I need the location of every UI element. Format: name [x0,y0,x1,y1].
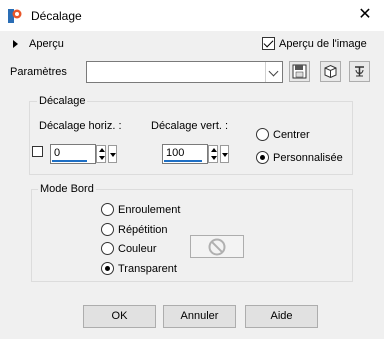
arrow-down-icon [222,153,228,157]
save-preset-button[interactable] [289,61,310,82]
arrow-up-icon[interactable] [99,148,105,152]
wrap-radio[interactable] [101,203,114,216]
repeat-label[interactable]: Répétition [118,224,168,236]
custom-radio[interactable] [256,151,269,164]
reset-preset-button[interactable] [349,61,370,82]
delete-preset-button[interactable] [320,61,341,82]
title-bar: Décalage ✕ [0,0,384,31]
v-offset-slider[interactable] [164,160,202,162]
params-dropdown-button[interactable] [265,62,282,82]
arrow-up-icon[interactable] [211,148,217,152]
arrow-down-icon[interactable] [99,156,105,160]
cancel-button[interactable]: Annuler [163,305,236,328]
edge-mode-label: Mode Bord [38,183,96,195]
preview-image-label[interactable]: Aperçu de l'image [279,38,367,50]
v-offset-stepper[interactable] [208,145,218,163]
link-checkbox[interactable] [32,146,43,157]
color-swatch-button[interactable] [190,235,244,258]
arrow-down-icon [110,153,116,157]
h-offset-menu-button[interactable] [108,145,117,163]
wrap-label[interactable]: Enroulement [118,204,180,216]
center-radio[interactable] [256,128,269,141]
v-offset-value: 100 [166,147,185,159]
h-offset-stepper[interactable] [96,145,106,163]
params-select[interactable] [86,61,283,83]
expand-arrow-icon[interactable] [13,40,18,48]
v-offset-spinner[interactable]: 100 [162,144,232,164]
chevron-down-icon [268,66,279,77]
h-offset-input[interactable]: 0 [50,144,96,164]
v-offset-input[interactable]: 100 [162,144,208,164]
repeat-radio[interactable] [101,223,114,236]
custom-label[interactable]: Personnalisée [273,152,343,164]
h-offset-label: Décalage horiz. : [39,120,122,132]
h-offset-spinner[interactable]: 0 [50,144,120,164]
offset-group-label: Décalage [37,95,88,107]
center-label[interactable]: Centrer [273,129,310,141]
preview-toggle-label[interactable]: Aperçu [29,38,64,50]
arrow-down-icon[interactable] [211,156,217,160]
reset-icon [355,66,364,77]
close-icon[interactable]: ✕ [356,6,374,24]
ok-button[interactable]: OK [83,305,156,328]
transparent-label[interactable]: Transparent [118,263,177,275]
preview-row: Aperçu Aperçu de l'image [0,36,384,54]
delete-icon [324,64,337,79]
preview-image-checkbox[interactable] [262,37,275,50]
transparent-radio[interactable] [101,262,114,275]
color-radio[interactable] [101,242,114,255]
help-button[interactable]: Aide [245,305,318,328]
no-color-icon [208,238,226,256]
paintshop-icon [8,9,22,23]
window-title: Décalage [31,9,82,23]
params-label: Paramètres [10,66,67,78]
save-icon [292,64,307,79]
h-offset-slider[interactable] [52,160,87,162]
v-offset-label: Décalage vert. : [151,120,229,132]
v-offset-menu-button[interactable] [220,145,229,163]
color-label[interactable]: Couleur [118,243,157,255]
h-offset-value: 0 [54,147,61,159]
